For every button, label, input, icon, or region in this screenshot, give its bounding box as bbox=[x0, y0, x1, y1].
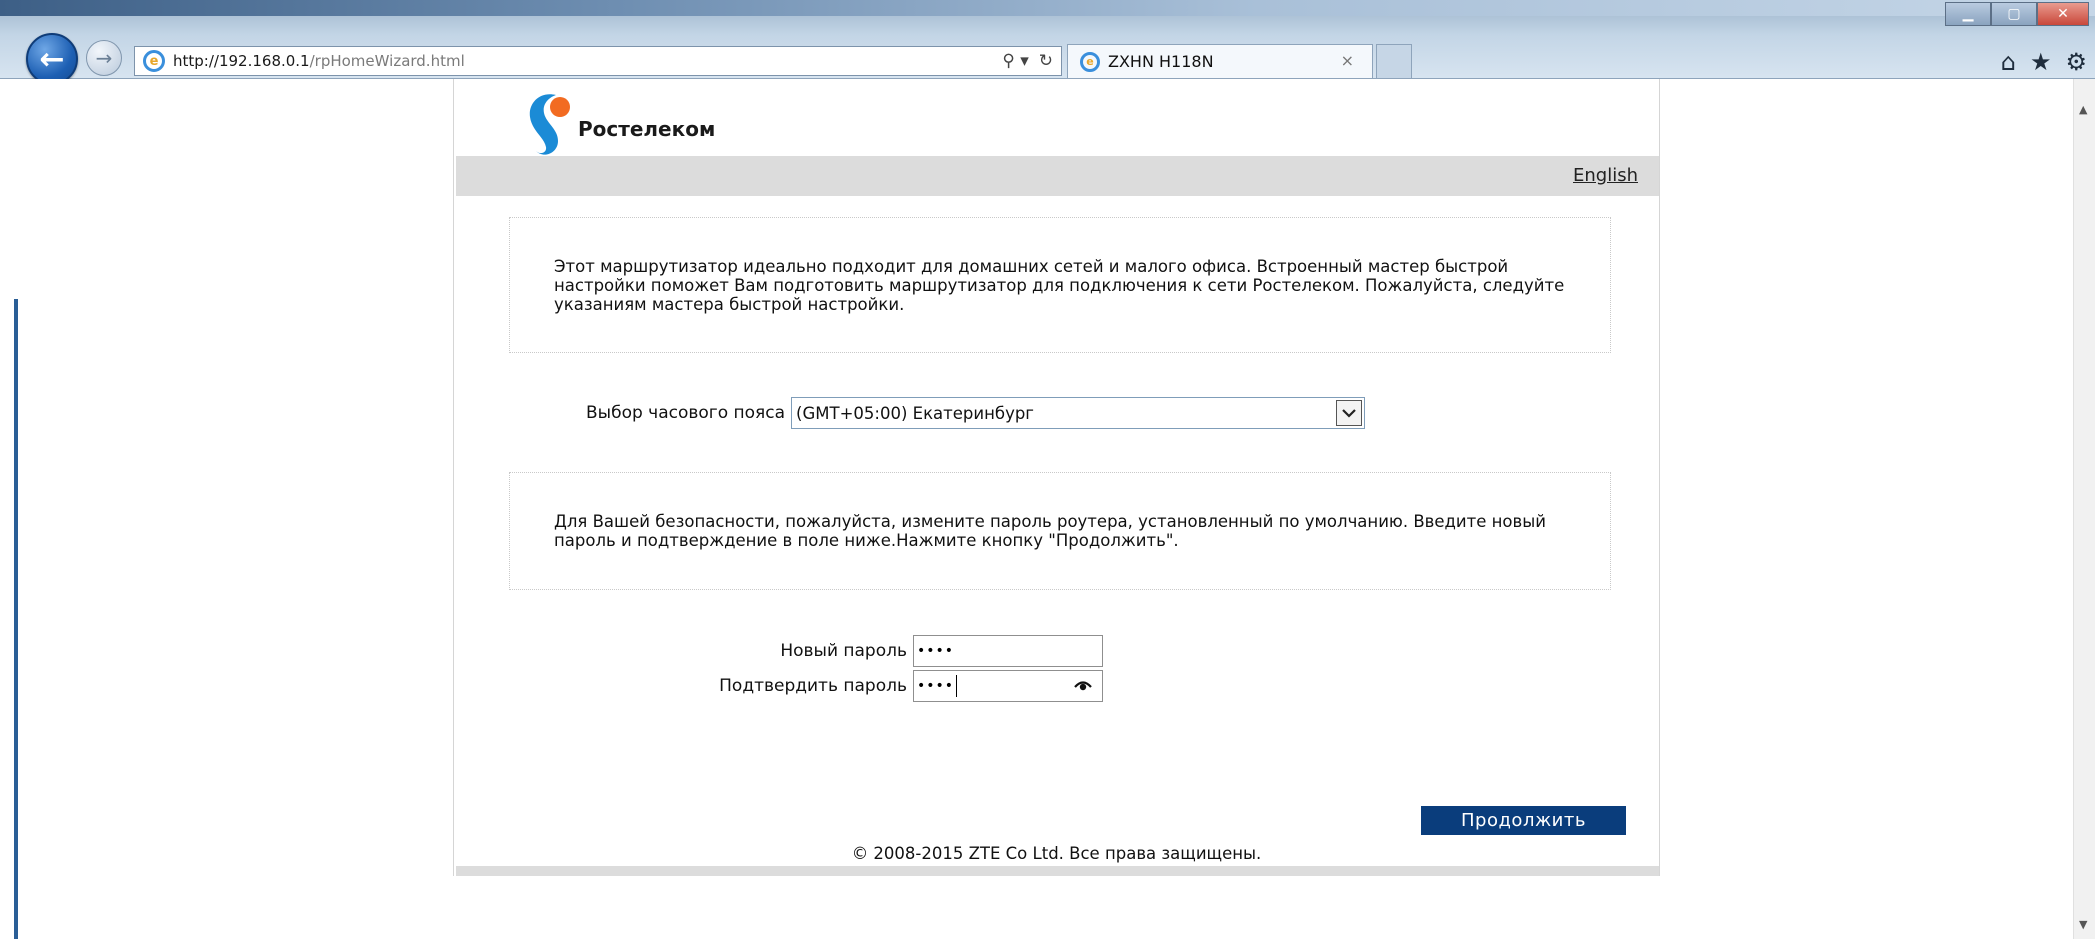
confirm-password-row: Подтвердить пароль •••• bbox=[607, 670, 1103, 702]
new-password-row: Новый пароль •••• bbox=[607, 635, 1103, 667]
footer-bar bbox=[456, 866, 1659, 876]
taskbar-strip bbox=[0, 0, 2095, 16]
maximize-button[interactable]: ▢ bbox=[1991, 2, 2037, 26]
forward-button[interactable]: → bbox=[86, 40, 122, 76]
settings-gear-icon[interactable]: ⚙ bbox=[2065, 48, 2087, 76]
security-text: Для Вашей безопасности, пожалуйста, изме… bbox=[554, 512, 1547, 550]
confirm-password-label: Подтвердить пароль bbox=[719, 676, 907, 696]
brand-logo: Ростелеком bbox=[522, 87, 715, 157]
vertical-scrollbar[interactable]: ▲ ▼ bbox=[2073, 79, 2095, 939]
left-edge-bar bbox=[14, 299, 18, 939]
show-password-eye-icon[interactable] bbox=[1074, 678, 1092, 692]
browser-chrome: ← → e http://192.168.0.1 /rpHomeWizard.h… bbox=[0, 0, 2095, 85]
minimize-icon: ▁ bbox=[1962, 6, 1974, 22]
new-password-input[interactable]: •••• bbox=[913, 635, 1103, 667]
home-icon[interactable]: ⌂ bbox=[2001, 48, 2016, 76]
continue-button[interactable]: Продолжить bbox=[1421, 806, 1626, 835]
favorites-star-icon[interactable]: ★ bbox=[2030, 48, 2052, 76]
brand-name: Ростелеком bbox=[578, 117, 716, 141]
router-wizard-page: Ростелеком English Этот маршрутизатор ид… bbox=[453, 79, 1660, 876]
tab-ie-icon: e bbox=[1080, 51, 1100, 72]
arrow-left-icon: ← bbox=[39, 41, 65, 77]
maximize-icon: ▢ bbox=[2007, 6, 2021, 22]
timezone-row: Выбор часового пояса (GMT+05:00) Екатери… bbox=[586, 397, 1366, 429]
new-tab-button[interactable] bbox=[1376, 44, 1412, 78]
refresh-icon[interactable]: ↻ bbox=[1039, 51, 1053, 71]
scroll-up-icon[interactable]: ▲ bbox=[2079, 103, 2087, 116]
timezone-label: Выбор часового пояса bbox=[586, 403, 786, 423]
arrow-right-icon: → bbox=[95, 46, 113, 70]
intro-text: Этот маршрутизатор идеально подходит для… bbox=[554, 256, 1565, 314]
confirm-password-input[interactable]: •••• bbox=[913, 670, 1103, 702]
intro-info-box: Этот маршрутизатор идеально подходит для… bbox=[509, 217, 1611, 353]
scroll-down-icon[interactable]: ▼ bbox=[2079, 918, 2087, 931]
close-window-button[interactable]: ✕ bbox=[2037, 2, 2089, 26]
new-password-label: Новый пароль bbox=[780, 641, 907, 661]
window-controls: ▁ ▢ ✕ bbox=[1945, 2, 2089, 26]
new-password-value: •••• bbox=[917, 643, 955, 659]
confirm-password-value: •••• bbox=[917, 678, 955, 694]
rostelecom-logo-icon bbox=[529, 94, 570, 155]
address-host: http://192.168.0.1 bbox=[173, 52, 310, 70]
back-button[interactable]: ← bbox=[26, 33, 78, 85]
timezone-dropdown-button[interactable] bbox=[1336, 400, 1363, 426]
text-caret bbox=[956, 675, 958, 697]
tab-close-icon[interactable]: × bbox=[1341, 51, 1354, 70]
ie-page-icon: e bbox=[143, 50, 165, 72]
search-dropdown-icon[interactable]: ⚲ ▾ bbox=[1002, 51, 1028, 71]
browser-toolbar-right: ⌂ ★ ⚙ bbox=[2001, 48, 2087, 76]
left-edge bbox=[0, 79, 18, 939]
address-tools: ⚲ ▾ ↻ bbox=[1002, 47, 1053, 75]
tab-title: ZXHN H118N bbox=[1108, 52, 1214, 71]
timezone-selected-value: (GMT+05:00) Екатеринбург bbox=[796, 403, 1034, 423]
language-link-english[interactable]: English bbox=[1573, 165, 1638, 186]
security-info-box: Для Вашей безопасности, пожалуйста, изме… bbox=[509, 472, 1611, 590]
minimize-button[interactable]: ▁ bbox=[1945, 2, 1991, 26]
address-path: /rpHomeWizard.html bbox=[309, 52, 465, 70]
tab-active[interactable]: e ZXHN H118N × bbox=[1067, 44, 1373, 78]
copyright-footer: © 2008-2015 ZTE Co Ltd. Все права защище… bbox=[851, 844, 1262, 863]
chevron-down-icon bbox=[1342, 409, 1356, 418]
language-bar: English bbox=[456, 156, 1659, 196]
address-bar[interactable]: e http://192.168.0.1 /rpHomeWizard.html … bbox=[134, 46, 1062, 76]
timezone-select[interactable]: (GMT+05:00) Екатеринбург bbox=[791, 397, 1366, 429]
close-icon: ✕ bbox=[2057, 6, 2069, 22]
